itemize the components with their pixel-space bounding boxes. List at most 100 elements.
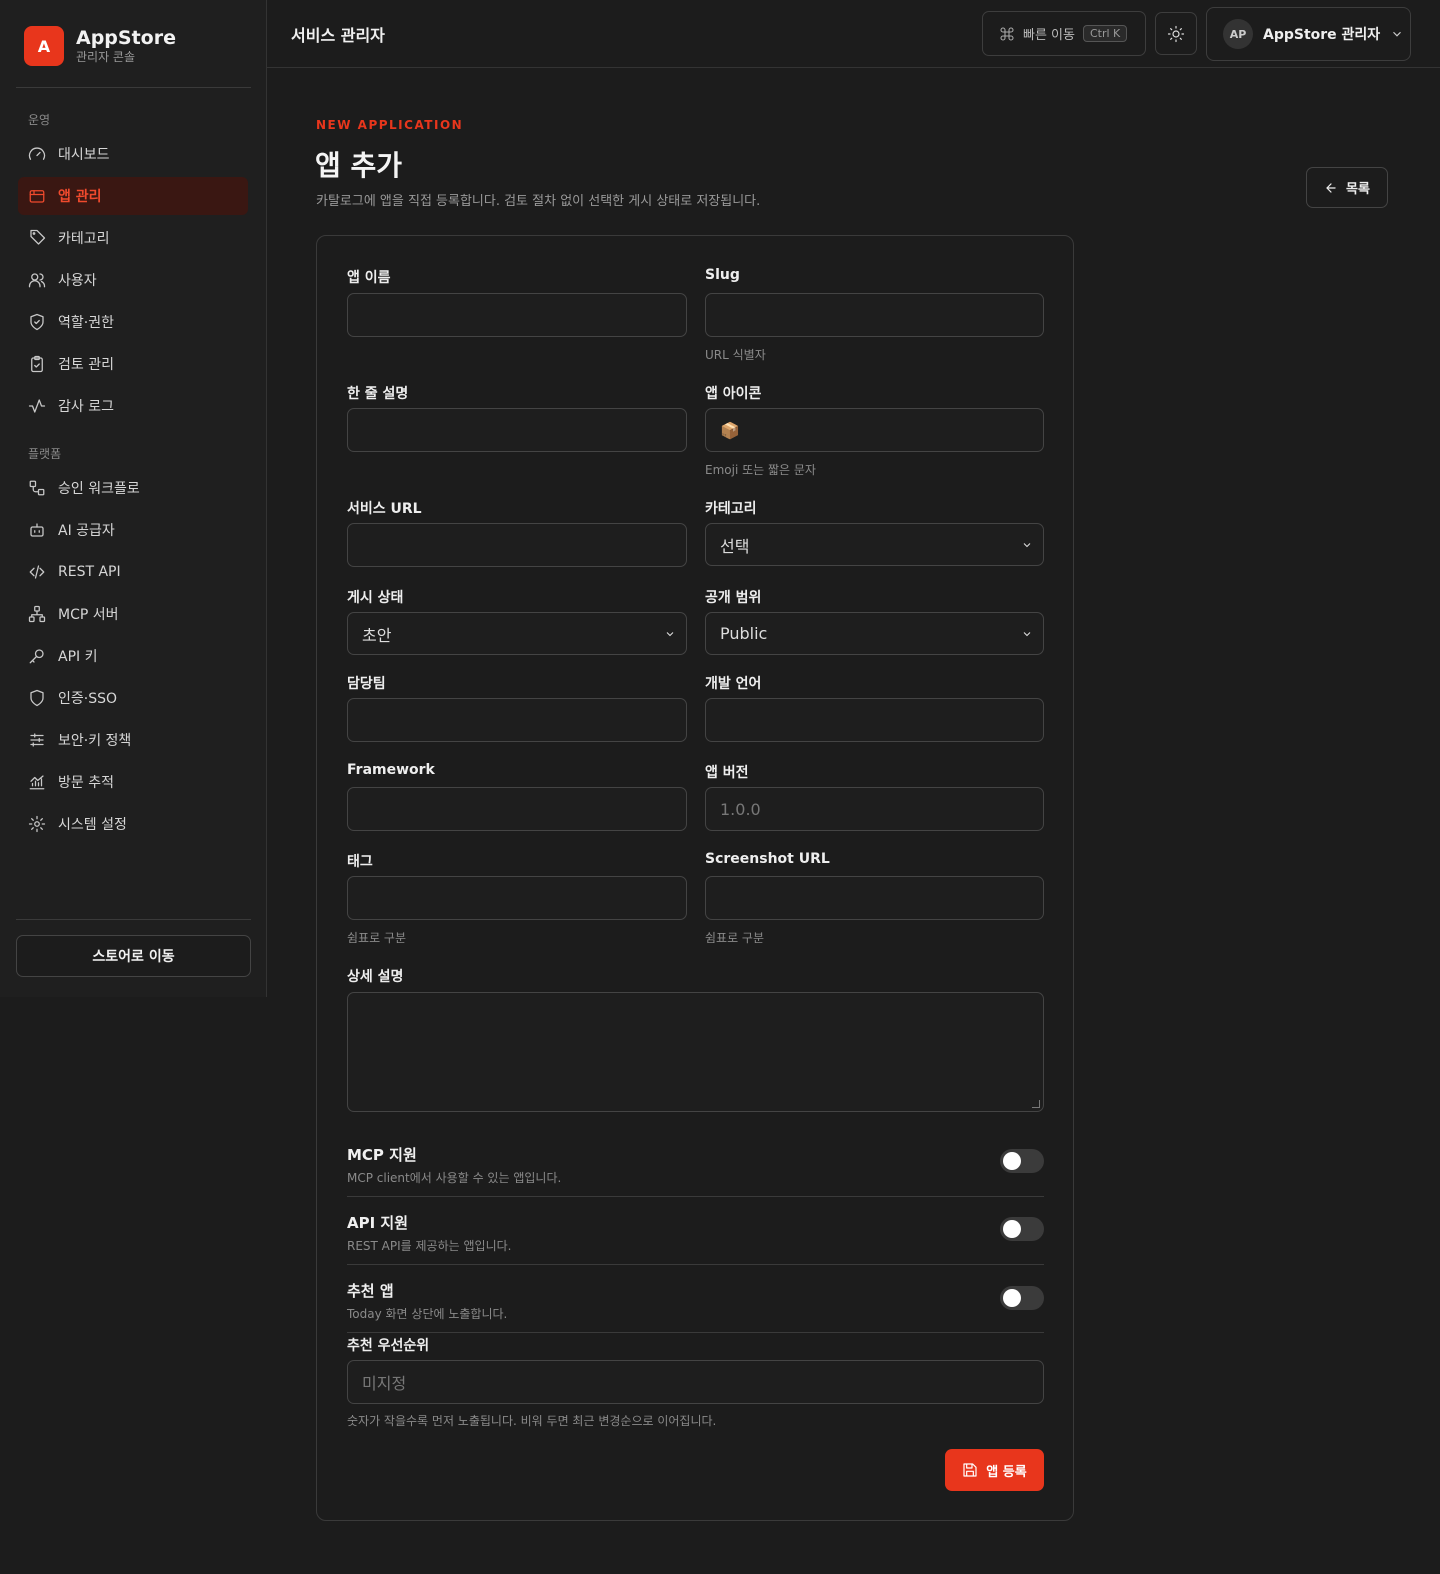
sidebar-item-security-policy[interactable]: 보안·키 정책 (18, 721, 248, 759)
sidebar-item-auth-sso[interactable]: 인증·SSO (18, 679, 248, 717)
header-title: 서비스 관리자 (291, 26, 385, 45)
app-name-input[interactable] (347, 293, 687, 337)
mcp-support-title: MCP 지원 (347, 1146, 417, 1164)
sidebar-item-label: 검토 관리 (58, 357, 114, 373)
app-version-label: 앱 버전 (705, 765, 749, 781)
chevron-down-icon (1023, 632, 1031, 637)
api-support-toggle[interactable] (1000, 1217, 1044, 1241)
sidebar-item-label: 인증·SSO (58, 691, 118, 707)
dev-language-input[interactable] (705, 698, 1044, 742)
tags-hint: 쉼표로 구분 (347, 931, 407, 945)
sun-icon (1167, 25, 1185, 42)
sidebar-section-ops: 운영 (28, 113, 51, 127)
go-to-store-button[interactable]: 스토어로 이동 (16, 935, 251, 977)
slug-input[interactable] (705, 293, 1044, 337)
command-icon (1000, 27, 1014, 40)
visibility-label: 공개 범위 (705, 590, 762, 606)
framework-input[interactable] (347, 787, 687, 831)
sidebar-item-label: 사용자 (58, 273, 97, 289)
featured-app-title: 추천 앱 (347, 1282, 394, 1300)
featured-priority-input[interactable]: 미지정 (347, 1360, 1044, 1404)
framework-label: Framework (347, 762, 435, 778)
service-url-label: 서비스 URL (347, 501, 422, 517)
sidebar-item-label: AI 공급자 (58, 523, 115, 539)
sidebar-item-mcp-server[interactable]: MCP 서버 (18, 595, 248, 633)
sidebar-item-system-settings[interactable]: 시스템 설정 (18, 805, 248, 843)
chevron-down-icon (1023, 543, 1031, 548)
avatar: AP (1223, 19, 1253, 49)
short-description-label: 한 줄 설명 (347, 386, 409, 402)
theme-toggle-button[interactable] (1155, 12, 1197, 55)
visibility-select[interactable]: Public (705, 612, 1044, 655)
sidebar-item-api-keys[interactable]: API 키 (18, 637, 248, 675)
sidebar-item-label: MCP 서버 (58, 607, 119, 623)
workflow-icon (29, 480, 45, 496)
featured-app-toggle[interactable] (1000, 1286, 1044, 1310)
register-app-button[interactable]: 앱 등록 (945, 1449, 1044, 1491)
sidebar-item-audit-log[interactable]: 감사 로그 (18, 387, 248, 425)
sidebar-item-label: 시스템 설정 (58, 817, 127, 833)
sidebar-item-label: 카테고리 (58, 231, 110, 247)
sidebar-item-apps[interactable]: 앱 관리 (18, 177, 248, 215)
back-button-label: 목록 (1346, 182, 1370, 197)
api-support-row: API 지원 REST API를 제공하는 앱입니다. (347, 1212, 1044, 1254)
gauge-icon (28, 147, 46, 160)
detail-description-textarea[interactable] (347, 992, 1044, 1112)
back-to-list-button[interactable]: 목록 (1306, 167, 1388, 208)
register-app-label: 앱 등록 (986, 1464, 1027, 1480)
resize-handle-icon[interactable] (1032, 1100, 1040, 1108)
sidebar-item-roles[interactable]: 역할·권한 (18, 303, 248, 341)
sidebar-divider (16, 87, 251, 88)
sidebar-item-label: REST API (58, 564, 121, 580)
screenshot-url-label: Screenshot URL (705, 851, 830, 867)
screenshot-url-input[interactable] (705, 876, 1044, 920)
user-menu-button[interactable]: AP AppStore 관리자 (1206, 7, 1411, 61)
featured-priority-hint: 숫자가 작을수록 먼저 노출됩니다. 비워 두면 최근 변경순으로 이어집니다. (347, 1414, 717, 1428)
tags-input[interactable] (347, 876, 687, 920)
app-version-input[interactable]: 1.0.0 (705, 787, 1044, 831)
row-divider (347, 1196, 1044, 1197)
sidebar-item-categories[interactable]: 카테고리 (18, 219, 248, 257)
short-description-input[interactable] (347, 408, 687, 452)
publish-status-value: 초안 (362, 625, 392, 645)
brand-name: AppStore (76, 27, 176, 49)
sliders-icon (30, 733, 44, 747)
quick-nav-label: 빠른 이동 (1023, 28, 1075, 43)
sidebar-item-rest-api[interactable]: REST API (18, 553, 248, 591)
sidebar-item-reviews[interactable]: 검토 관리 (18, 345, 248, 383)
quick-nav-button[interactable]: 빠른 이동 Ctrl K (982, 11, 1146, 56)
mcp-support-description: MCP client에서 사용할 수 있는 앱입니다. (347, 1171, 562, 1185)
sidebar-item-label: 감사 로그 (58, 399, 114, 415)
sidebar-item-visit-tracking[interactable]: 방문 추적 (18, 763, 248, 801)
sidebar-item-label: 보안·키 정책 (58, 733, 132, 749)
screenshot-url-hint: 쉼표로 구분 (705, 931, 765, 945)
sidebar-item-users[interactable]: 사용자 (18, 261, 248, 299)
team-input[interactable] (347, 698, 687, 742)
publish-status-label: 게시 상태 (347, 590, 404, 606)
app-icon-input[interactable]: 📦 (705, 408, 1044, 452)
api-support-title: API 지원 (347, 1214, 409, 1232)
shortcut-badge: Ctrl K (1082, 25, 1128, 42)
category-select[interactable]: 선택 (705, 523, 1044, 566)
slug-label: Slug (705, 267, 740, 283)
sidebar-item-dashboard[interactable]: 대시보드 (18, 135, 248, 173)
category-label: 카테고리 (705, 501, 757, 517)
service-url-input[interactable] (347, 523, 687, 567)
sidebar-item-label: 승인 워크플로 (58, 481, 140, 497)
detail-description-label: 상세 설명 (347, 969, 404, 985)
app-window-icon (29, 190, 45, 203)
tags-label: 태그 (347, 854, 373, 870)
brand[interactable]: A AppStore 관리자 콘솔 (24, 26, 176, 66)
sidebar-item-ai-providers[interactable]: AI 공급자 (18, 511, 248, 549)
app-name-label: 앱 이름 (347, 270, 391, 286)
row-divider (347, 1264, 1044, 1265)
sidebar-item-workflow[interactable]: 승인 워크플로 (18, 469, 248, 507)
tag-icon (30, 229, 46, 245)
key-icon (29, 649, 44, 664)
chart-icon (29, 775, 45, 790)
featured-priority-label: 추천 우선순위 (347, 1338, 430, 1354)
publish-status-select[interactable]: 초안 (347, 612, 687, 655)
mcp-support-toggle[interactable] (1000, 1149, 1044, 1173)
save-icon (963, 1463, 977, 1477)
user-name: AppStore 관리자 (1263, 27, 1381, 43)
